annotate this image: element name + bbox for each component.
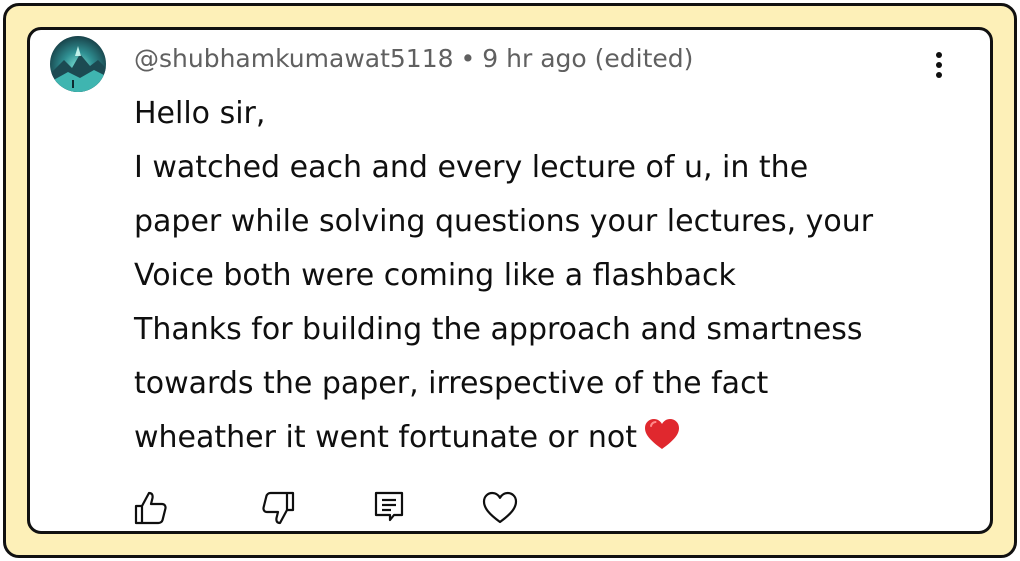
- comment-text: Hello sir, I watched each and every lect…: [134, 87, 954, 469]
- meta-separator: •: [460, 44, 476, 73]
- comment-line: I watched each and every lecture of u, i…: [134, 150, 809, 185]
- avatar-image: [50, 36, 106, 92]
- comment-line: towards the paper, irrespective of the f…: [134, 366, 769, 401]
- comment-line: paper while solving questions your lectu…: [134, 204, 874, 239]
- comment-timestamp[interactable]: 9 hr ago (edited): [482, 44, 693, 73]
- author-handle[interactable]: @shubhamkumawat5118: [134, 44, 454, 73]
- thumbs-up-icon: [134, 491, 167, 525]
- heart-outline-icon: [482, 491, 518, 524]
- reply-comment-icon: [374, 491, 404, 522]
- more-actions-button[interactable]: [924, 46, 954, 84]
- heart-button[interactable]: [480, 488, 520, 528]
- dislike-button[interactable]: [258, 488, 298, 528]
- comment-line: Hello sir,: [134, 96, 266, 131]
- comment-last-line: wheather it went fortunate or not: [134, 411, 954, 469]
- comment-line: Thanks for building the approach and sma…: [134, 312, 863, 347]
- red-heart-emoji-icon: [643, 415, 681, 469]
- comment-line: Voice both were coming like a flashback: [134, 258, 736, 293]
- avatar[interactable]: [50, 36, 106, 92]
- comment-header: @shubhamkumawat5118 • 9 hr ago (edited): [134, 41, 693, 77]
- reply-button[interactable]: [369, 488, 409, 528]
- thumbs-down-icon: [262, 491, 295, 525]
- more-vert-icon: [936, 52, 942, 78]
- comment-line-text: wheather it went fortunate or not: [134, 420, 637, 455]
- like-button[interactable]: [131, 488, 171, 528]
